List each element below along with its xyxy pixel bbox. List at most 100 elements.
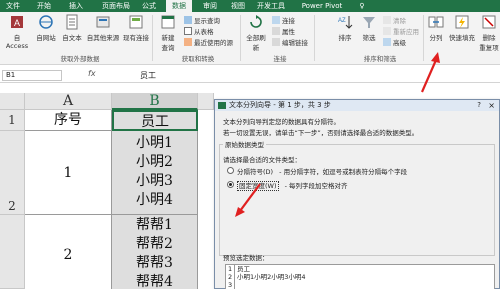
recent-sources-button[interactable]: 最近使用的源	[184, 38, 233, 48]
tab-data[interactable]: 数据	[166, 0, 192, 12]
close-button[interactable]: ×	[488, 100, 495, 111]
from-other-sources-button[interactable]: 自其他来源	[86, 14, 120, 42]
group-label-get-external-data: 获取外部数据	[60, 55, 100, 63]
fixed-width-radio[interactable]	[227, 181, 234, 188]
from-text-button[interactable]: 自文本	[60, 14, 84, 42]
group-label-connections: 连接	[273, 55, 287, 63]
row-header-1[interactable]: 1	[0, 110, 25, 131]
recent-sources-icon	[184, 38, 192, 46]
row-header-2[interactable]: 2	[0, 131, 25, 215]
connections-button[interactable]: 连接	[272, 16, 295, 26]
properties-button[interactable]: 属性	[272, 27, 295, 37]
connection-icon	[272, 16, 280, 24]
cell-line: 帮帮2	[136, 236, 173, 252]
cell-b2[interactable]: 小明1 小明2 小明3 小明4	[112, 131, 198, 215]
flash-fill-button[interactable]: 快速填充	[448, 14, 476, 42]
show-queries-button[interactable]: 显示查询	[184, 16, 220, 26]
formula-input[interactable]: 员工	[140, 70, 156, 81]
refresh-icon	[250, 15, 262, 28]
tab-tell-me[interactable]: ♀	[356, 0, 368, 12]
clear-button[interactable]: 清除	[383, 16, 406, 26]
cell-line: 小明2	[136, 154, 173, 170]
cell-line: 帮帮4	[136, 274, 173, 289]
column-header-c[interactable]	[198, 93, 214, 110]
choose-file-type-label: 请选择最合适的文件类型：	[223, 156, 301, 164]
reapply-icon	[383, 27, 391, 35]
new-query-button[interactable]: 新建 查询	[155, 14, 181, 52]
filter-icon	[363, 17, 375, 28]
fixed-width-description: - 每列字段加空格对齐	[284, 182, 348, 190]
tab-file[interactable]: 文件	[4, 0, 22, 12]
delimited-description: - 用分隔字符，如逗号或制表符分隔每个字段	[279, 168, 408, 176]
show-queries-icon	[184, 16, 192, 24]
delimited-radio[interactable]	[227, 167, 234, 174]
text-to-columns-button[interactable]: 分列	[426, 14, 446, 42]
remove-duplicates-icon	[482, 15, 496, 29]
original-data-type-label: 原始数据类型	[223, 139, 266, 149]
access-icon: A	[11, 16, 23, 28]
from-table-button[interactable]: 从表格	[184, 27, 214, 37]
web-icon	[39, 15, 53, 29]
tab-review[interactable]: 审阅	[200, 0, 220, 12]
select-all-corner[interactable]	[0, 93, 25, 110]
group-separator	[423, 15, 424, 61]
svg-text:AZ: AZ	[338, 18, 346, 24]
sort-button[interactable]: AZ 排序	[334, 14, 356, 42]
edit-links-button[interactable]: 编辑链接	[272, 38, 308, 48]
text-file-icon	[66, 14, 78, 30]
connections-icon	[129, 15, 143, 29]
data-preview[interactable]: 1 员工 2 小明1小明2小明3小明4 3	[225, 264, 495, 289]
tab-insert[interactable]: 插入	[66, 0, 86, 12]
edit-links-icon	[272, 38, 280, 46]
tab-page-layout[interactable]: 页面布局	[98, 0, 134, 12]
reapply-button[interactable]: 重新应用	[383, 27, 419, 37]
new-query-icon	[161, 15, 175, 29]
column-header-b[interactable]: B	[112, 93, 198, 110]
ribbon: A 自 Access 自网站 自文本 自其他来源 现有连接 获取外部数据 新建 …	[0, 12, 500, 65]
properties-icon	[272, 27, 280, 35]
flash-fill-icon	[455, 15, 469, 29]
preview-label: 预览选定数据：	[223, 254, 269, 262]
filter-button[interactable]: 筛选	[358, 14, 380, 42]
tab-formulas[interactable]: 公式	[138, 0, 160, 12]
from-access-button[interactable]: A 自 Access	[2, 14, 32, 50]
advanced-filter-button[interactable]: 高级	[383, 38, 406, 48]
delimited-label: 分隔符号(D)	[237, 168, 274, 176]
fixed-width-option[interactable]: 固定宽度(W) - 每列字段加空格对齐	[237, 180, 348, 191]
other-sources-icon	[96, 16, 110, 28]
svg-text:A: A	[14, 18, 20, 28]
cell-line: 小明1	[136, 135, 173, 151]
dialog-info-line-1: 文本分列向导判定您的数据具有分隔符。	[223, 118, 340, 126]
refresh-all-button[interactable]: 全部刷新	[244, 14, 268, 52]
tab-view[interactable]: 视图	[228, 0, 248, 12]
delimited-option[interactable]: 分隔符号(D) - 用分隔字符，如逗号或制表符分隔每个字段	[237, 166, 407, 176]
fx-icon[interactable]: fx	[88, 69, 96, 78]
ribbon-tab-bar: 文件 开始 插入 页面布局 公式 数据 审阅 视图 开发工具 Power Piv…	[0, 0, 500, 12]
cell-a3[interactable]: 2	[25, 215, 112, 289]
cell-line: 帮帮1	[136, 217, 173, 233]
cell-line: 小明4	[136, 192, 173, 208]
tab-developer[interactable]: 开发工具	[254, 0, 288, 12]
from-web-button[interactable]: 自网站	[34, 14, 58, 42]
help-button[interactable]: ?	[477, 100, 481, 111]
cell-b3[interactable]: 帮帮1 帮帮2 帮帮3 帮帮4	[112, 215, 198, 289]
tab-power-pivot[interactable]: Power Pivot	[296, 0, 348, 12]
group-label-sort-filter: 排序和筛选	[363, 55, 397, 63]
remove-duplicates-button[interactable]: 删除 重复项	[478, 14, 500, 52]
cell-a2[interactable]: 1	[25, 131, 112, 215]
advanced-filter-icon	[383, 38, 391, 46]
dialog-title: 文本分列向导 - 第 1 步，共 3 步	[229, 101, 331, 109]
column-header-a[interactable]: A	[25, 93, 112, 110]
row-header-3[interactable]	[0, 215, 25, 289]
existing-connections-button[interactable]: 现有连接	[122, 14, 150, 42]
cell-line: 小明3	[136, 173, 173, 189]
formula-bar: B1 fx 员工	[0, 68, 500, 83]
table-icon	[184, 27, 192, 35]
name-box[interactable]: B1	[2, 70, 62, 81]
cell-b1[interactable]: 员工	[112, 110, 198, 131]
text-to-columns-dialog: 文本分列向导 - 第 1 步，共 3 步 ? × 文本分列向导判定您的数据具有分…	[214, 99, 500, 289]
preview-row: 1 员工	[228, 265, 250, 273]
cell-a1[interactable]: 序号	[25, 110, 112, 131]
preview-row: 3	[226, 281, 494, 289]
tab-home[interactable]: 开始	[34, 0, 54, 12]
